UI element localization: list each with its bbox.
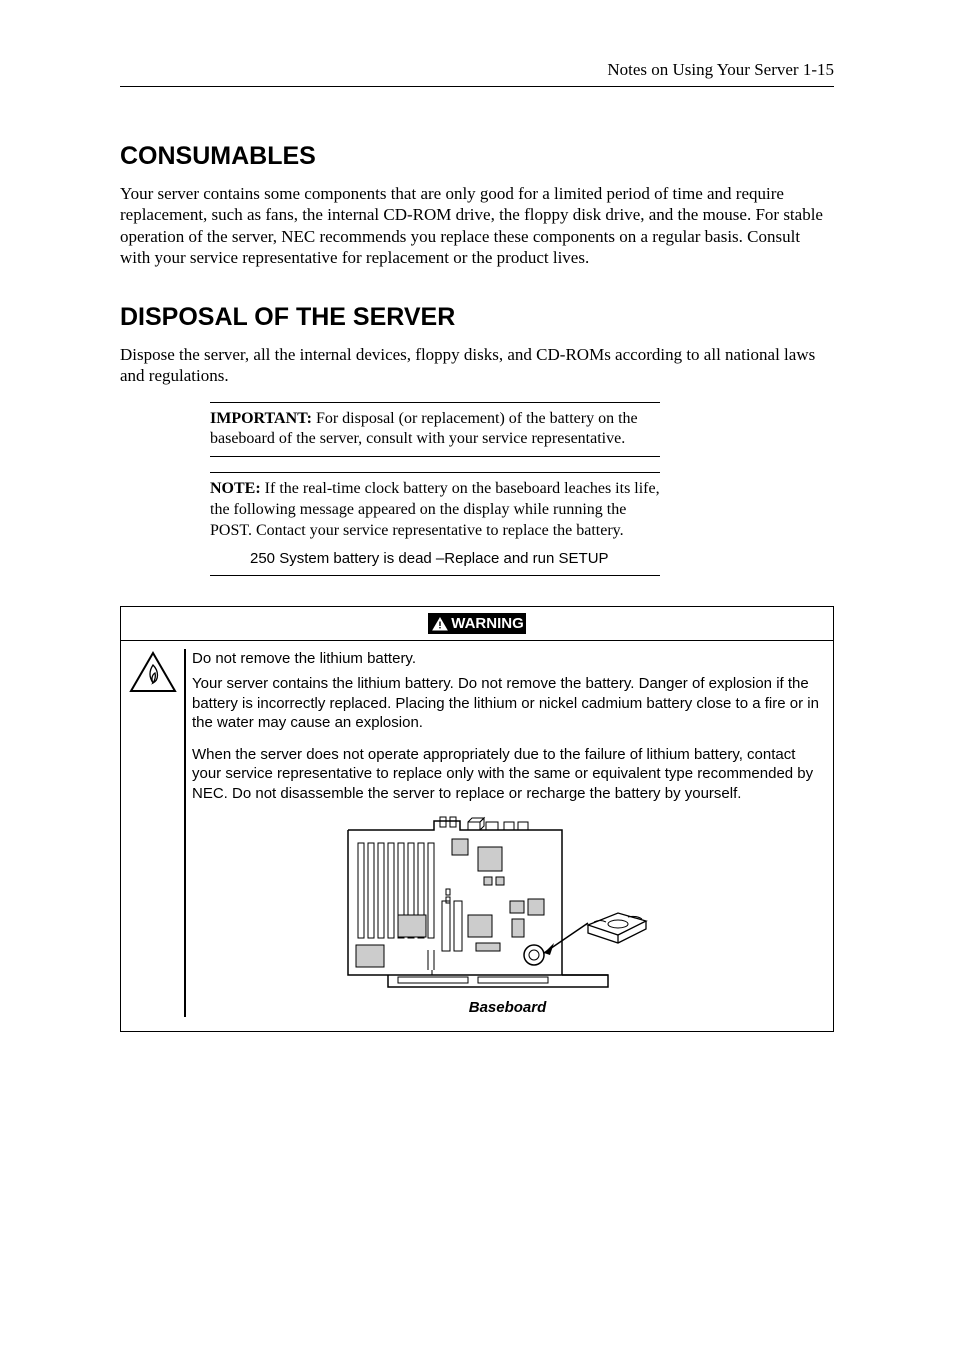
baseboard-diagram [328, 815, 688, 990]
important-block: IMPORTANT: For disposal (or replacement)… [210, 402, 660, 458]
note-block: NOTE: If the real-time clock battery on … [210, 472, 660, 576]
baseboard-caption: Baseboard [192, 998, 823, 1018]
disposal-body: Dispose the server, all the internal dev… [120, 344, 834, 387]
warning-label: WARNING [428, 613, 526, 634]
warning-icon-column [129, 649, 184, 1018]
running-header: Notes on Using Your Server 1-15 [120, 60, 834, 87]
warning-p3: When the server does not operate appropr… [192, 745, 823, 804]
important-label: IMPORTANT: [210, 410, 312, 427]
note-label: NOTE: [210, 480, 261, 497]
note-text: If the real-time clock battery on the ba… [210, 480, 660, 539]
fire-hazard-icon [129, 651, 177, 693]
warning-label-text: WARNING [451, 615, 524, 632]
setup-message: 250 System battery is dead –Replace and … [210, 549, 660, 569]
warning-p1: Do not remove the lithium battery. [192, 649, 823, 669]
warning-p2: Your server contains the lithium battery… [192, 674, 823, 733]
warning-text-column: Do not remove the lithium battery. Your … [184, 649, 823, 1018]
warning-header: WARNING [121, 607, 833, 641]
consumables-body: Your server contains some components tha… [120, 183, 834, 268]
section-title-consumables: CONSUMABLES [120, 142, 834, 171]
baseboard-figure: Baseboard [192, 815, 823, 1017]
warning-box: WARNING Do not remove the lithium batter… [120, 606, 834, 1033]
warning-triangle-icon [432, 617, 448, 631]
section-title-disposal: DISPOSAL OF THE SERVER [120, 303, 834, 332]
